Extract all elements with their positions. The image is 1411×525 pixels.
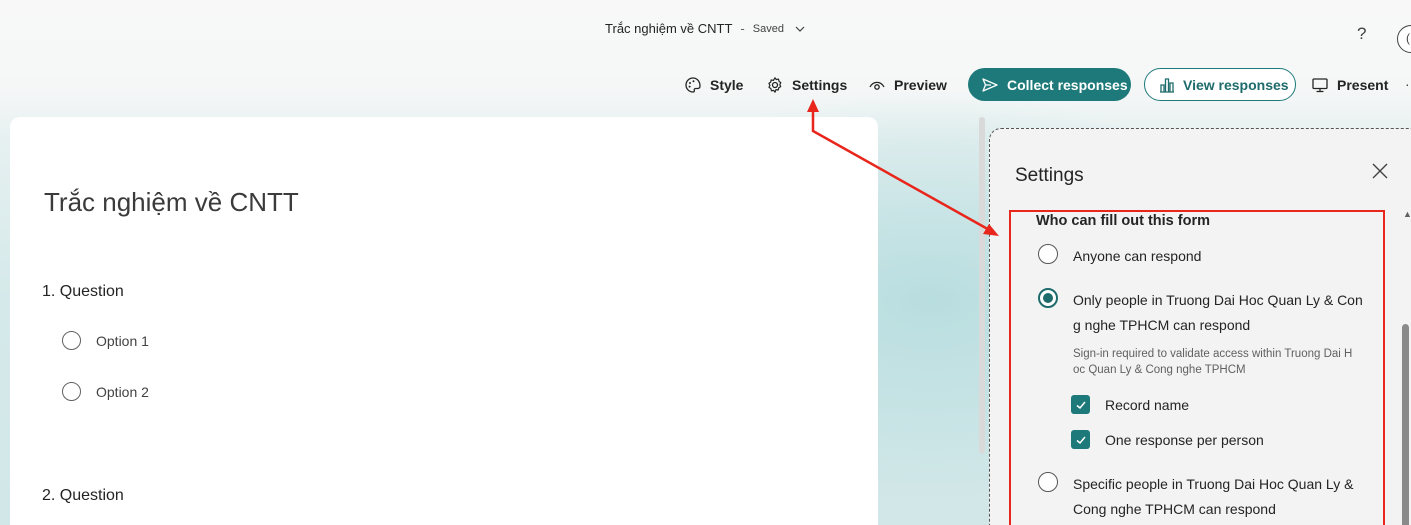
more-options-button[interactable]: · [1405, 76, 1410, 92]
radio-circle-icon [1038, 244, 1058, 264]
view-responses-label: View responses [1183, 76, 1289, 93]
radio-circle-icon [1038, 472, 1058, 492]
settings-button[interactable]: Settings [766, 73, 847, 97]
access-option-label: Only people in Truong Dai Hoc Quan Ly & … [1073, 292, 1363, 333]
eye-icon [869, 81, 885, 90]
radio-circle-icon [62, 382, 81, 401]
access-option-organization[interactable]: Only people in Truong Dai Hoc Quan Ly & … [1038, 288, 1363, 338]
settings-label: Settings [792, 77, 848, 93]
view-responses-button[interactable]: View responses [1144, 68, 1296, 101]
access-option-anyone[interactable]: Anyone can respond [1038, 244, 1363, 269]
gear-icon [768, 77, 782, 93]
present-button[interactable]: Present [1311, 73, 1388, 97]
style-button[interactable]: Style [684, 73, 743, 97]
access-option-specific[interactable]: Specific people in Truong Dai Hoc Quan L… [1038, 472, 1363, 522]
present-label: Present [1337, 77, 1389, 93]
help-button[interactable]: ? [1357, 24, 1366, 44]
chevron-down-icon[interactable] [794, 23, 806, 35]
close-icon[interactable] [1370, 161, 1390, 181]
one-response-checkbox[interactable]: One response per person [1071, 430, 1264, 449]
sign-in-hint: Sign-in required to validate access with… [1073, 348, 1353, 376]
checkmark-icon [1071, 395, 1090, 414]
question-title[interactable]: 2. Question [42, 487, 124, 505]
settings-title: Settings [1015, 165, 1084, 186]
access-option-label: Specific people in Truong Dai Hoc Quan L… [1073, 476, 1354, 517]
record-name-checkbox[interactable]: Record name [1071, 395, 1189, 414]
checkbox-label: One response per person [1105, 431, 1264, 448]
settings-scrollbar-thumb[interactable] [1402, 324, 1409, 525]
scroll-up-icon[interactable]: ▲ [1403, 209, 1411, 219]
access-option-label: Anyone can respond [1073, 248, 1202, 264]
option-radio[interactable]: Option 2 [62, 382, 149, 401]
style-label: Style [710, 77, 744, 93]
checkbox-label: Record name [1105, 396, 1190, 413]
monitor-icon [1312, 78, 1328, 93]
preview-button[interactable]: Preview [868, 73, 947, 97]
form-scrollbar[interactable] [979, 117, 985, 454]
palette-icon [685, 77, 701, 93]
section-title: Who can fill out this form [1036, 213, 1210, 229]
bar-chart-icon [1160, 77, 1174, 93]
checkmark-icon [1071, 430, 1090, 449]
collect-responses-button[interactable]: Collect responses [968, 68, 1131, 101]
option-radio[interactable]: Option 1 [62, 331, 149, 350]
saved-status: Saved [752, 22, 784, 35]
radio-selected-icon [1038, 288, 1058, 308]
option-label: Option 2 [96, 383, 149, 400]
radio-circle-icon [62, 331, 81, 350]
form-card: Trắc nghiệm về CNTT 1. Question Option 1… [10, 117, 878, 525]
question-title[interactable]: 1. Question [42, 283, 124, 301]
document-title-bar[interactable]: Trắc nghiệm về CNTT - Saved [0, 21, 1411, 36]
collect-responses-label: Collect responses [1007, 76, 1128, 93]
option-label: Option 1 [96, 332, 149, 349]
title-separator: - [740, 21, 745, 36]
settings-panel: Settings ▲ Who can fill out this form An… [989, 128, 1411, 525]
document-title: Trắc nghiệm về CNTT [605, 21, 733, 36]
send-icon [982, 77, 998, 92]
preview-label: Preview [894, 77, 947, 93]
form-title[interactable]: Trắc nghiệm về CNTT [44, 187, 299, 218]
